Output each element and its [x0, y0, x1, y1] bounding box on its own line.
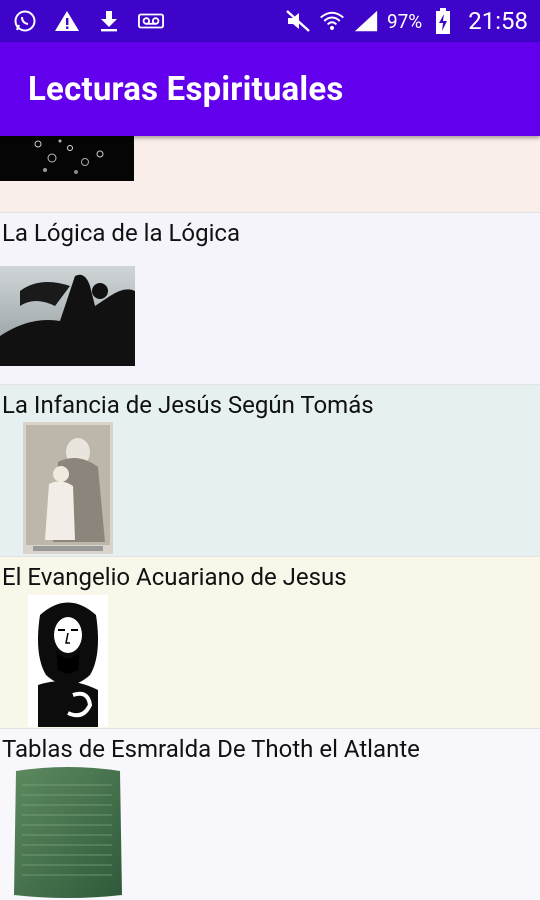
warning-icon: [54, 8, 80, 34]
list-item[interactable]: La Infancia de Jesús Según Tomás: [0, 385, 540, 557]
whatsapp-icon: [12, 8, 38, 34]
list-item[interactable]: La Lógica de la Lógica: [0, 213, 540, 385]
item-title: La Lógica de la Lógica: [2, 219, 241, 247]
item-title: La Infancia de Jesús Según Tomás: [2, 391, 374, 419]
item-title: El Evangelio Acuariano de Jesus: [2, 563, 347, 591]
app-bar: Lecturas Espirituales: [0, 42, 540, 136]
silhouette-image: [0, 266, 135, 366]
mother-child-engraving: [23, 422, 113, 554]
jesus-portrait: [28, 595, 108, 727]
list-item[interactable]: [0, 136, 540, 213]
list-item[interactable]: El Evangelio Acuariano de Jesus: [0, 557, 540, 729]
emerald-tablet: [12, 765, 124, 900]
status-bar: 97% 21:58: [0, 0, 540, 42]
readings-list[interactable]: La Lógica de la Lógica La Infancia de Je…: [0, 136, 540, 900]
download-icon: [96, 8, 122, 34]
app-title: Lecturas Espirituales: [28, 69, 344, 109]
voicemail-icon: [138, 8, 164, 34]
bubbles-image: [0, 136, 134, 181]
battery-charging-icon: [430, 8, 456, 34]
mute-icon: [285, 8, 311, 34]
signal-icon: [353, 8, 379, 34]
wifi-icon: [319, 8, 345, 34]
item-title: Tablas de Esmralda De Thoth el Atlante: [2, 735, 420, 763]
list-item[interactable]: Tablas de Esmralda De Thoth el Atlante: [0, 729, 540, 900]
battery-percent: 97%: [386, 9, 423, 33]
clock: 21:58: [468, 7, 528, 35]
